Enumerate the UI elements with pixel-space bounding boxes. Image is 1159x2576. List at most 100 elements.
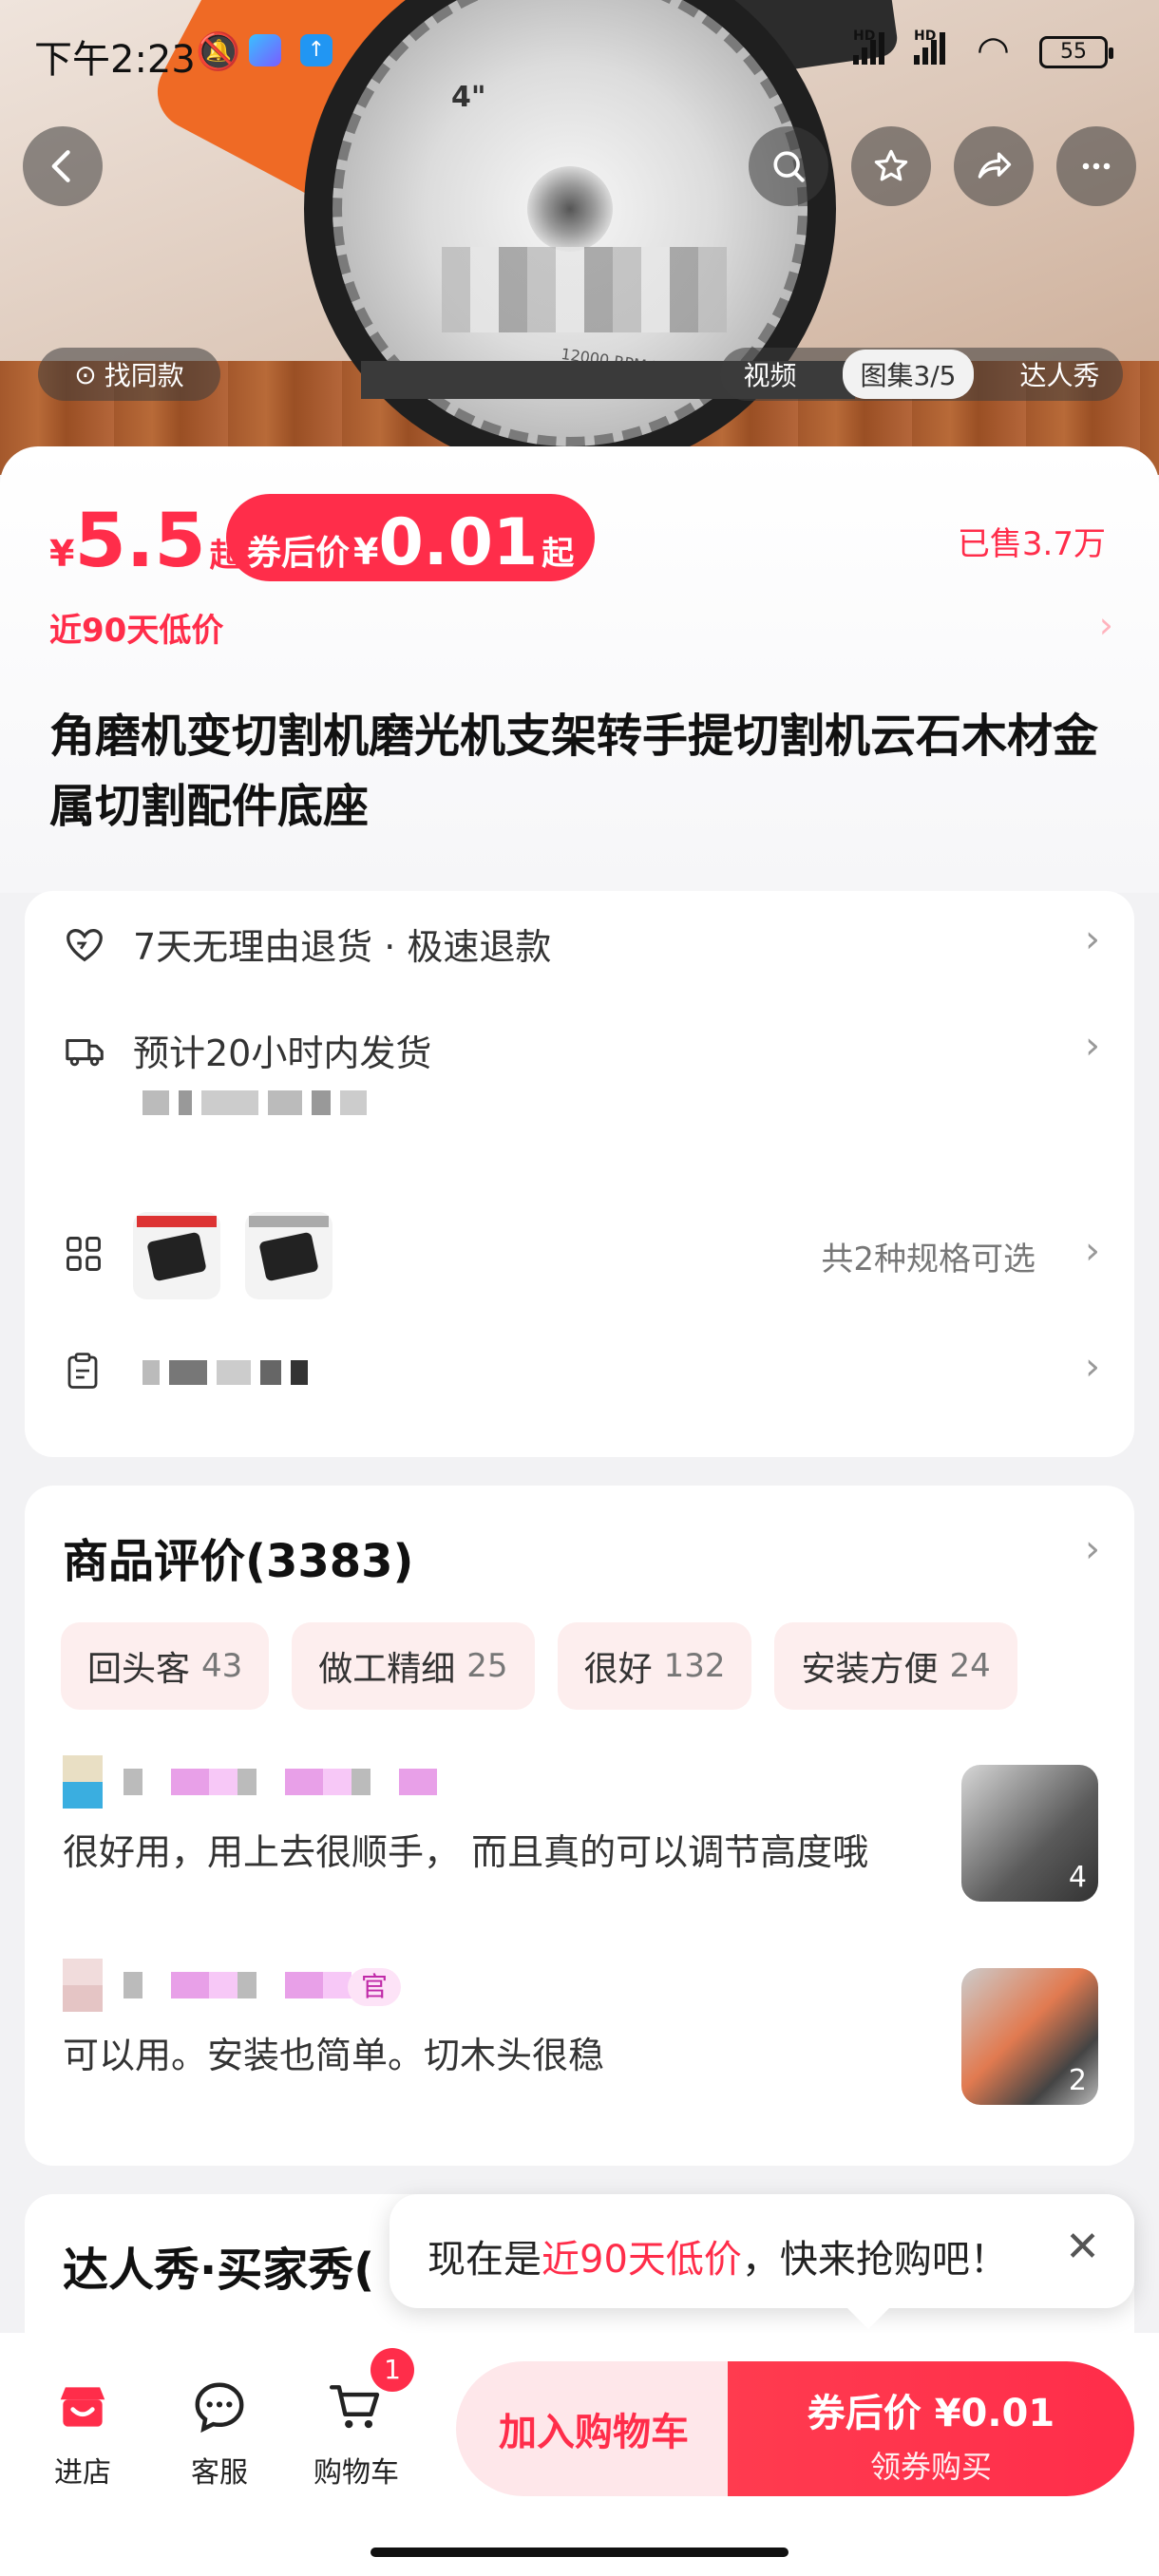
search-button[interactable] bbox=[749, 126, 828, 206]
toast-highlight: 近90天低价 bbox=[542, 2238, 742, 2282]
daren-title[interactable]: 达人秀·买家秀( bbox=[63, 2232, 374, 2299]
battery-icon: 55 bbox=[1039, 36, 1113, 68]
review-tag-label: 安装方便 bbox=[801, 1650, 939, 1689]
heart-shield-icon bbox=[63, 923, 106, 971]
shipping-row[interactable]: 预计20小时内发货 › bbox=[25, 1024, 1134, 1157]
upload-notification-icon: ↑ bbox=[300, 34, 332, 66]
status-bar: 下午2:23 🔕 ↑ HD HD ◠ 55 bbox=[0, 0, 1159, 104]
close-icon[interactable]: ✕ bbox=[1065, 2223, 1100, 2271]
review-item[interactable]: 很好用，用上去很顺手， 而且真的可以调节高度哦 4 bbox=[63, 1755, 1098, 1936]
review-image-count: 2 bbox=[1068, 2064, 1087, 2097]
review-tags: 回头客 43 做工精细 25 很好 132 安装方便 24 bbox=[61, 1622, 1017, 1710]
chevron-right-icon[interactable]: › bbox=[1085, 1527, 1100, 1571]
review-image-count: 4 bbox=[1068, 1861, 1087, 1894]
review-tag-count: 25 bbox=[466, 1647, 508, 1685]
favorite-button[interactable] bbox=[851, 126, 931, 206]
store-icon bbox=[30, 2371, 135, 2443]
bell-muted-icon: 🔕 bbox=[196, 30, 241, 72]
status-time: 下午2:23 bbox=[34, 38, 196, 82]
cart-label: 购物车 bbox=[314, 2456, 399, 2490]
find-same-label: 找同款 bbox=[104, 360, 184, 391]
reviews-card: 商品评价(3383) › 回头客 43 做工精细 25 很好 132 安装方便 24 很… bbox=[25, 1486, 1134, 2166]
coupon-value: 0.01 bbox=[378, 505, 539, 580]
coupon-from: 起 bbox=[542, 535, 575, 573]
review-tag[interactable]: 做工精细 25 bbox=[292, 1622, 535, 1710]
store-button[interactable]: 进店 bbox=[30, 2371, 135, 2491]
clipboard-icon bbox=[63, 1349, 103, 1396]
coupon-price-badge: 券后价 ¥ 0.01 起 bbox=[226, 494, 596, 581]
tab-daren[interactable]: 达人秀 bbox=[1019, 355, 1099, 393]
params-mosaic bbox=[142, 1360, 317, 1385]
chevron-left-icon bbox=[51, 150, 70, 182]
signal-icon bbox=[853, 32, 887, 68]
review-item[interactable]: 官 可以用。安装也简单。切木头很稳 2 bbox=[63, 1959, 1098, 2139]
customer-service-label: 客服 bbox=[191, 2456, 248, 2490]
review-tag-count: 24 bbox=[949, 1647, 991, 1685]
price-currency: ¥ bbox=[49, 533, 75, 575]
chevron-right-icon: › bbox=[1085, 1229, 1100, 1273]
chevron-right-icon: › bbox=[1085, 1024, 1100, 1068]
official-badge: 官 bbox=[348, 1968, 402, 2006]
buy-now-button[interactable]: 券后价 ¥0.01 领券购买 bbox=[728, 2361, 1134, 2496]
app-notification-icon bbox=[249, 34, 281, 66]
add-to-cart-button[interactable]: 加入购物车 bbox=[456, 2361, 732, 2496]
more-button[interactable] bbox=[1056, 126, 1136, 206]
back-button[interactable] bbox=[23, 126, 103, 206]
coupon-label: 券后价 bbox=[247, 534, 351, 573]
price: ¥5.5 起 bbox=[49, 499, 242, 584]
shipping-text: 预计20小时内发货 bbox=[133, 1032, 432, 1074]
review-tag[interactable]: 安装方便 24 bbox=[774, 1622, 1017, 1710]
review-tag[interactable]: 回头客 43 bbox=[61, 1622, 270, 1710]
spec-thumbnail-2[interactable] bbox=[245, 1212, 332, 1299]
coupon-currency: ¥ bbox=[353, 531, 379, 573]
avatar bbox=[63, 1755, 103, 1809]
find-same-button[interactable]: ⊙ 找同款 bbox=[38, 348, 220, 401]
return-policy-text: 7天无理由退货 · 极速退款 bbox=[133, 926, 552, 968]
review-image[interactable]: 2 bbox=[961, 1968, 1098, 2105]
reviews-title[interactable]: 商品评价(3383) bbox=[63, 1524, 413, 1590]
shipping-detail-mosaic bbox=[142, 1090, 376, 1115]
tab-video[interactable]: 视频 bbox=[743, 355, 796, 393]
avatar bbox=[63, 1959, 103, 2012]
spec-count-text: 共2种规格可选 bbox=[821, 1241, 1036, 1279]
reviewer-name-mosaic bbox=[124, 1972, 352, 1998]
star-icon bbox=[874, 149, 908, 181]
params-row[interactable]: › bbox=[25, 1345, 1134, 1421]
home-indicator[interactable] bbox=[370, 2548, 788, 2557]
search-icon bbox=[773, 151, 805, 182]
service-card: 7天无理由退货 · 极速退款 › 预计20小时内发货 › 共2种规格可选 › › bbox=[25, 891, 1134, 1457]
image-blade-hub bbox=[527, 166, 613, 252]
spec-thumbnail-1[interactable] bbox=[133, 1212, 220, 1299]
sold-count: 已售3.7万 bbox=[957, 525, 1106, 563]
review-tag[interactable]: 很好 132 bbox=[557, 1622, 752, 1710]
truck-icon bbox=[63, 1030, 108, 1077]
review-text: 可以用。安装也简单。切木头很稳 bbox=[63, 2035, 605, 2076]
chat-icon bbox=[167, 2371, 272, 2443]
chevron-right-icon[interactable]: › bbox=[1099, 604, 1113, 646]
image-mosaic bbox=[442, 247, 727, 332]
buy-price-label: 券后价 ¥0.01 bbox=[807, 2392, 1055, 2435]
toast-suffix: ，快来抢购吧！ bbox=[741, 2238, 1008, 2282]
store-label: 进店 bbox=[54, 2456, 111, 2490]
share-icon bbox=[978, 152, 1012, 179]
signal-icon-2 bbox=[914, 32, 948, 68]
cart-badge: 1 bbox=[370, 2348, 414, 2392]
share-button[interactable] bbox=[954, 126, 1034, 206]
customer-service-button[interactable]: 客服 bbox=[167, 2371, 272, 2491]
review-tag-label: 很好 bbox=[583, 1650, 653, 1689]
spec-row[interactable]: 共2种规格可选 › bbox=[25, 1212, 1134, 1299]
review-tag-count: 43 bbox=[201, 1647, 243, 1685]
review-text: 很好用，用上去很顺手， 而且真的可以调节高度哦 bbox=[63, 1831, 869, 1873]
low-price-note[interactable]: 近90天低价 bbox=[49, 604, 223, 651]
review-tag-label: 做工精细 bbox=[318, 1650, 456, 1689]
wifi-icon: ◠ bbox=[977, 28, 1010, 72]
return-policy-row[interactable]: 7天无理由退货 · 极速退款 › bbox=[25, 918, 1134, 1003]
review-image[interactable]: 4 bbox=[961, 1765, 1098, 1902]
price-value: 5.5 bbox=[74, 499, 206, 584]
tab-gallery[interactable]: 图集3/5 bbox=[843, 350, 974, 399]
low-price-toast: 现在是近90天低价，快来抢购吧！ ✕ bbox=[390, 2194, 1134, 2329]
chevron-right-icon: › bbox=[1085, 918, 1100, 961]
product-title: 角磨机变切割机磨光机支架转手提切割机云石木材金属切割配件底座 bbox=[49, 710, 1099, 833]
chevron-right-icon: › bbox=[1085, 1345, 1100, 1389]
toast-message: 现在是近90天低价，快来抢购吧！ bbox=[428, 2228, 1008, 2283]
